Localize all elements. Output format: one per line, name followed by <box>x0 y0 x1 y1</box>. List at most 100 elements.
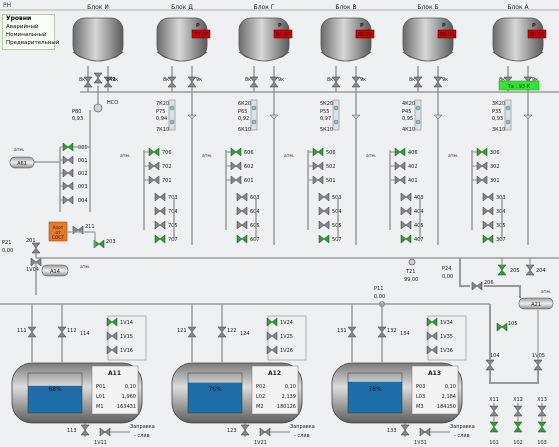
valve-half[interactable] <box>27 331 37 338</box>
valve-half[interactable] <box>485 364 495 371</box>
valve-half[interactable] <box>153 175 160 185</box>
valve-half[interactable] <box>347 326 357 333</box>
valve-half[interactable] <box>487 234 494 244</box>
valve-half[interactable] <box>67 195 74 205</box>
valve-half[interactable] <box>154 234 161 244</box>
valve-half[interactable] <box>377 326 387 333</box>
valve-half[interactable] <box>471 281 478 291</box>
valve-506[interactable]: 506 <box>312 147 336 157</box>
valve-half[interactable] <box>323 192 330 202</box>
valve-half[interactable] <box>487 192 494 202</box>
valve-half[interactable] <box>394 161 401 171</box>
valve-half[interactable] <box>159 206 166 216</box>
valve-half[interactable] <box>235 161 242 171</box>
valve-half[interactable] <box>62 195 69 205</box>
valve-half[interactable] <box>496 322 503 332</box>
valve-half[interactable] <box>72 225 79 235</box>
valve-half[interactable] <box>513 405 523 412</box>
valve-half[interactable] <box>318 206 325 216</box>
valve-132[interactable]: 132 <box>377 326 397 338</box>
valve-half[interactable] <box>377 331 387 338</box>
valve-003[interactable]: 003 <box>62 181 88 191</box>
valve-half[interactable] <box>236 192 243 202</box>
valve-half[interactable] <box>187 326 197 333</box>
valve-half[interactable] <box>501 322 508 332</box>
valve-half[interactable] <box>513 410 523 417</box>
valve-half[interactable] <box>230 161 237 171</box>
valve-half[interactable] <box>405 206 412 216</box>
valve-half[interactable] <box>323 234 330 244</box>
valve-1V11[interactable]: 1V11 <box>94 427 111 446</box>
valve-x[interactable] <box>537 405 547 417</box>
valve-601[interactable]: 601 <box>230 175 254 185</box>
valve-half[interactable] <box>489 421 499 428</box>
valve-half[interactable] <box>271 345 278 355</box>
valve-half[interactable] <box>487 220 494 230</box>
valve-half[interactable] <box>154 220 161 230</box>
valve-half[interactable] <box>62 181 69 191</box>
valve-half[interactable] <box>93 72 103 79</box>
valve-half[interactable] <box>433 76 443 83</box>
valve-half[interactable] <box>111 317 118 327</box>
valve-half[interactable] <box>106 317 113 327</box>
valve-701[interactable]: 701 <box>148 175 172 185</box>
valve-x[interactable] <box>269 76 279 88</box>
valve-half[interactable] <box>62 155 69 165</box>
valve-half[interactable] <box>318 220 325 230</box>
valve-half[interactable] <box>537 426 547 433</box>
valve-half[interactable] <box>400 424 410 431</box>
valve-half[interactable] <box>482 192 489 202</box>
valve-half[interactable] <box>240 424 250 431</box>
valve-half[interactable] <box>482 234 489 244</box>
valve-half[interactable] <box>266 331 273 341</box>
valve-402[interactable]: 402 <box>394 161 418 171</box>
valve-half[interactable] <box>111 345 118 355</box>
valve-1V15[interactable]: 1V15 <box>106 331 133 341</box>
valve-half[interactable] <box>67 181 74 191</box>
valve-half[interactable] <box>111 331 118 341</box>
valve-half[interactable] <box>489 405 499 412</box>
valve-half[interactable] <box>148 175 155 185</box>
valve-half[interactable] <box>405 192 412 202</box>
valve-105[interactable]: 105 <box>496 321 518 332</box>
valve-half[interactable] <box>426 345 433 355</box>
valve-half[interactable] <box>106 331 113 341</box>
valve-502[interactable]: 502 <box>312 161 336 171</box>
valve-half[interactable] <box>400 429 410 436</box>
valve-half[interactable] <box>525 269 535 276</box>
valve-half[interactable] <box>77 225 84 235</box>
valve-half[interactable] <box>236 220 243 230</box>
valve-406[interactable]: 406 <box>394 147 418 157</box>
valve-half[interactable] <box>264 427 271 437</box>
valve-half[interactable] <box>271 317 278 327</box>
valve-half[interactable] <box>482 206 489 216</box>
valve-half[interactable] <box>80 429 90 436</box>
valve-half[interactable] <box>98 239 105 249</box>
valve-half[interactable] <box>513 421 523 428</box>
valve-001[interactable]: 001 <box>62 155 88 165</box>
valve-half[interactable] <box>394 147 401 157</box>
valve-half[interactable] <box>400 206 407 216</box>
valve-203[interactable]: 203 <box>93 239 116 249</box>
valve-half[interactable] <box>266 345 273 355</box>
valve-half[interactable] <box>235 147 242 157</box>
valve-706[interactable]: 706 <box>148 147 172 157</box>
valve-half[interactable] <box>93 77 103 84</box>
valve-half[interactable] <box>426 331 433 341</box>
valve-half[interactable] <box>317 161 324 171</box>
valve-half[interactable] <box>323 206 330 216</box>
valve-half[interactable] <box>241 206 248 216</box>
valve-111[interactable]: 111 <box>17 326 37 338</box>
valve-702[interactable]: 702 <box>148 161 172 171</box>
valve-half[interactable] <box>187 331 197 338</box>
valve-1V21[interactable]: 1V21 <box>254 427 271 446</box>
valve-half[interactable] <box>312 161 319 171</box>
valve-half[interactable] <box>236 234 243 244</box>
valve-half[interactable] <box>106 345 113 355</box>
valve-half[interactable] <box>318 234 325 244</box>
valve-half[interactable] <box>485 359 495 366</box>
valve-half[interactable] <box>431 317 438 327</box>
valve-x[interactable] <box>93 72 103 84</box>
valve-1V26[interactable]: 1V26 <box>266 345 293 355</box>
valve-half[interactable] <box>241 192 248 202</box>
